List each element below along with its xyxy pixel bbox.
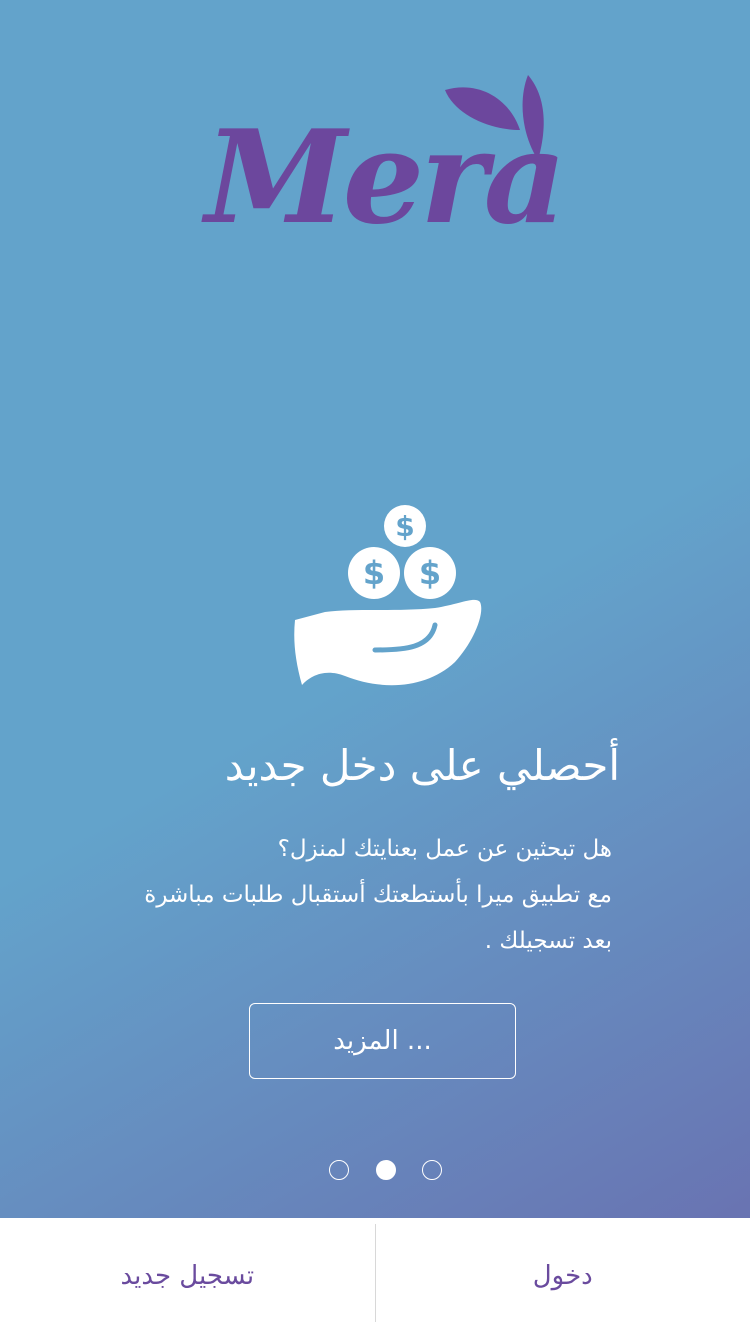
- page-dot-3[interactable]: [422, 1160, 442, 1180]
- mera-logo: Mera: [205, 75, 566, 270]
- more-button[interactable]: المزيد ...: [249, 1003, 516, 1079]
- description-line: مع تطبيق ميرا بأستطعتك أستقبال طلبات مبا…: [144, 882, 612, 908]
- bottom-action-bar: تسجيل جديد دخول: [0, 1218, 750, 1334]
- hand-with-coins-icon: $ $ $: [294, 505, 482, 686]
- slide-description: هل تبحثين عن عمل بعنايتك لمنزل؟ مع تطبيق…: [90, 826, 612, 964]
- onboarding-screen: Mera $ $ $ أحصلي على دخل جديد هل تبحثين …: [0, 0, 750, 1334]
- register-button[interactable]: تسجيل جديد: [0, 1218, 375, 1334]
- logo-text: Mera: [205, 103, 566, 253]
- description-line: بعد تسجيلك .: [484, 928, 612, 954]
- description-line: هل تبحثين عن عمل بعنايتك لمنزل؟: [277, 836, 612, 862]
- page-indicator: [329, 1160, 449, 1184]
- page-dot-1[interactable]: [329, 1160, 349, 1180]
- slide-title: أحصلي على دخل جديد: [224, 741, 620, 790]
- login-button[interactable]: دخول: [376, 1218, 750, 1334]
- svg-text:$: $: [363, 554, 385, 592]
- svg-text:$: $: [419, 554, 441, 592]
- page-dot-2-active[interactable]: [376, 1160, 396, 1180]
- svg-text:$: $: [395, 510, 414, 543]
